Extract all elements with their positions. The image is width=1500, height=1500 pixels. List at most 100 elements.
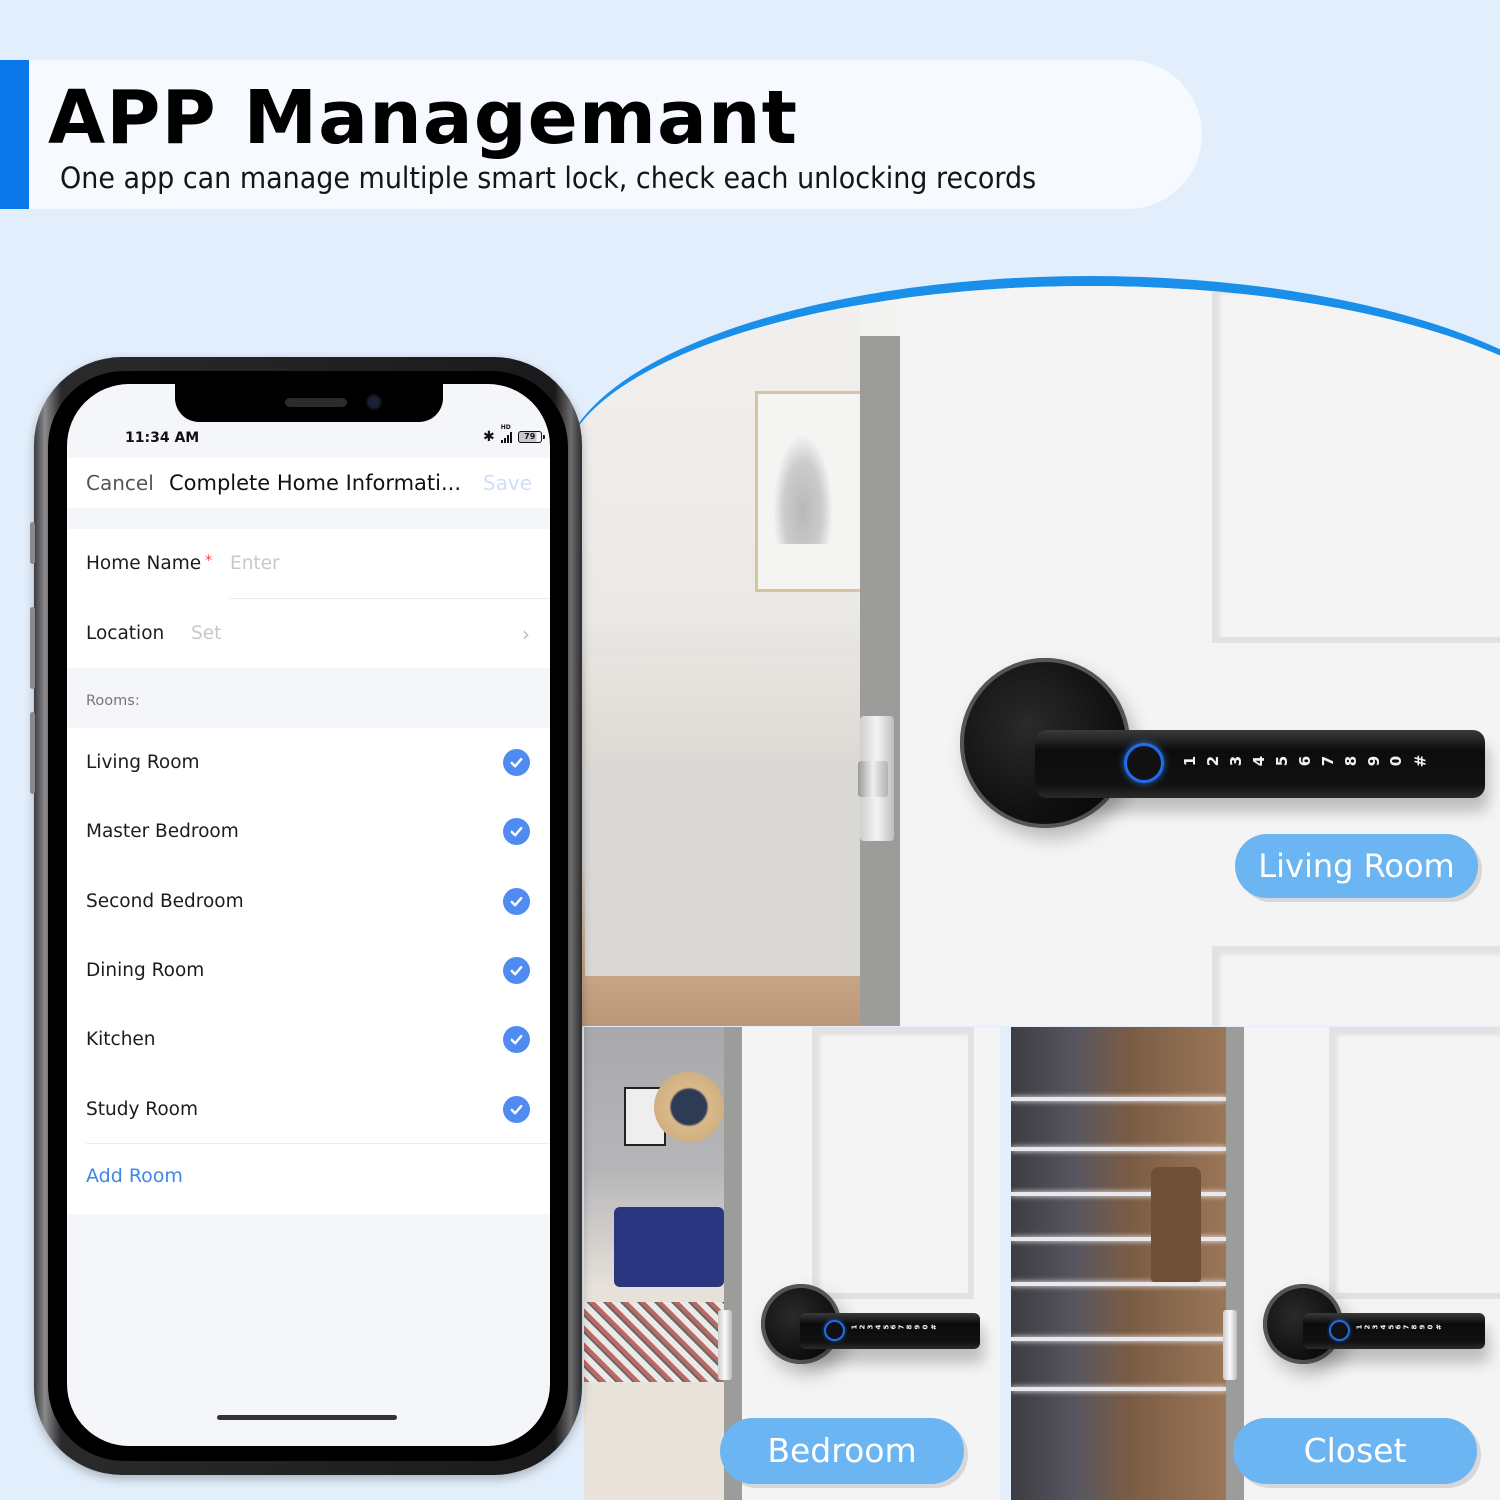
keypad-key: 9 [1418, 1324, 1427, 1330]
pillow [614, 1207, 724, 1287]
rooms-section-header: Rooms: [86, 693, 140, 709]
closet-shelf [1011, 1097, 1226, 1101]
home-name-row[interactable]: Home Name * Enter [67, 529, 550, 598]
closet-scene: 1 2 3 4 5 6 7 8 9 0 # Closet [1011, 1027, 1500, 1500]
chevron-right-icon: › [522, 621, 530, 646]
status-icons: ✱ HD 79 [483, 424, 545, 446]
phone-mockup: 11:34 AM ✱ HD 79 Cancel Complete Home In… [30, 357, 582, 1475]
home-info-form: Home Name * Enter Location Set › [67, 529, 550, 668]
keypad-key: 0 [1426, 1324, 1435, 1330]
room-list-item[interactable]: Kitchen [67, 1005, 550, 1074]
banner-accent-bar [0, 60, 29, 209]
status-time: 11:34 AM [125, 430, 200, 446]
home-indicator [217, 1415, 397, 1420]
checkmark-icon[interactable] [503, 1095, 530, 1123]
keypad-key: 2 [858, 1324, 867, 1330]
room-tag-living-room: Living Room [1235, 834, 1478, 898]
keypad-key: 8 [1410, 1324, 1419, 1330]
checkmark-icon[interactable] [503, 887, 530, 915]
room-list-item[interactable]: Living Room [67, 728, 550, 797]
keypad-key: 2 [1204, 755, 1223, 767]
network-label: HD [500, 424, 511, 431]
keypad: 1 2 3 4 5 6 7 8 9 0 # [1355, 1323, 1443, 1331]
sofa [585, 656, 860, 766]
checkmark-icon[interactable] [503, 956, 530, 984]
home-name-label: Home Name * [86, 553, 212, 574]
hanging-coat [1151, 1167, 1201, 1282]
keypad-key: 1 [1355, 1324, 1364, 1330]
keypad-key: # [1434, 1324, 1443, 1330]
latch-bolt [858, 761, 888, 797]
closet-shelf [1011, 1282, 1226, 1286]
room-list-item[interactable]: Master Bedroom [67, 797, 550, 866]
cancel-button[interactable]: Cancel [86, 471, 154, 495]
front-camera [368, 396, 380, 408]
keypad-key: 8 [1341, 755, 1360, 767]
keypad-key: 8 [905, 1324, 914, 1330]
room-list-item[interactable]: Study Room [67, 1075, 550, 1144]
keypad: 1 2 3 4 5 6 7 8 9 0 # [850, 1323, 938, 1331]
cellular-signal-icon: HD [500, 424, 512, 443]
wall-basket-decor [654, 1072, 724, 1142]
keypad: 1 2 3 4 5 6 7 8 9 0 # [1181, 752, 1429, 770]
room-label: Dining Room [86, 959, 205, 981]
keypad-key: 3 [866, 1324, 875, 1330]
home-name-input[interactable]: Enter [230, 553, 280, 574]
closet-shelf [1011, 1387, 1226, 1391]
add-room-button[interactable]: Add Room [86, 1165, 183, 1187]
page-title: APP Managemant [48, 75, 798, 161]
room-label: Master Bedroom [86, 821, 239, 843]
door-panel [1212, 286, 1500, 643]
save-button[interactable]: Save [483, 471, 532, 495]
room-label: Second Bedroom [86, 890, 244, 912]
room-list-item[interactable]: Dining Room [67, 936, 550, 1005]
phone-volume-up-button [30, 607, 35, 689]
room-list-item[interactable]: Second Bedroom [67, 867, 550, 936]
room-label: Study Room [86, 1098, 198, 1120]
app-screen: 11:34 AM ✱ HD 79 Cancel Complete Home In… [67, 384, 550, 1446]
keypad-key: 9 [1364, 755, 1383, 767]
lock-handle: 1 2 3 4 5 6 7 8 9 0 # [1035, 730, 1485, 798]
blanket [584, 1302, 724, 1382]
location-row[interactable]: Location Set › [67, 599, 550, 668]
keypad-key: # [929, 1324, 938, 1330]
room-label: Kitchen [86, 1029, 156, 1051]
keypad-key: 0 [921, 1324, 930, 1330]
fingerprint-sensor-icon [1331, 1322, 1348, 1339]
closet-shelf [1011, 1337, 1226, 1341]
checkmark-icon[interactable] [503, 1026, 530, 1054]
door-panel [812, 1027, 974, 1299]
door-frame [860, 336, 902, 1026]
bedroom-scene: 1 2 3 4 5 6 7 8 9 0 # Bedroom [584, 1027, 1000, 1500]
keypad-key: 4 [874, 1324, 883, 1330]
door [900, 286, 1500, 1026]
room-label: Living Room [86, 752, 200, 773]
wall-picture [755, 391, 866, 592]
living-room-scene: 1 2 3 4 5 6 7 8 9 0 # Living Room [560, 276, 1500, 1026]
location-label: Location [86, 623, 165, 644]
page-subtitle: One app can manage multiple smart lock, … [60, 161, 1037, 195]
latch-plate [1223, 1310, 1237, 1380]
fingerprint-sensor-icon [1127, 746, 1161, 780]
rooms-list: Study Room Kitchen Dining Room Second Bedro… [67, 728, 550, 1214]
keypad-key: 5 [1272, 755, 1291, 767]
door-panel [1212, 946, 1500, 1026]
keypad-key: 7 [1318, 755, 1337, 767]
checkmark-icon[interactable] [503, 818, 530, 846]
divider [86, 1143, 550, 1144]
latch-plate [718, 1310, 732, 1380]
wall-picture-art [773, 434, 833, 544]
phone-volume-down-button [30, 712, 35, 794]
phone-notch [175, 384, 443, 422]
home-name-label-text: Home Name [86, 553, 202, 574]
lock-handle: 1 2 3 4 5 6 7 8 9 0 # [1303, 1313, 1485, 1349]
checkmark-icon[interactable] [503, 749, 530, 776]
location-value: Set [191, 623, 222, 644]
keypad-key: 3 [1371, 1324, 1380, 1330]
keypad-key: 3 [1227, 755, 1246, 767]
keypad-key: 1 [850, 1324, 859, 1330]
room-tag-closet: Closet [1233, 1418, 1477, 1484]
keypad-key: 4 [1250, 755, 1269, 767]
room-tag-bedroom: Bedroom [720, 1418, 964, 1484]
keypad-key: 0 [1387, 755, 1406, 767]
